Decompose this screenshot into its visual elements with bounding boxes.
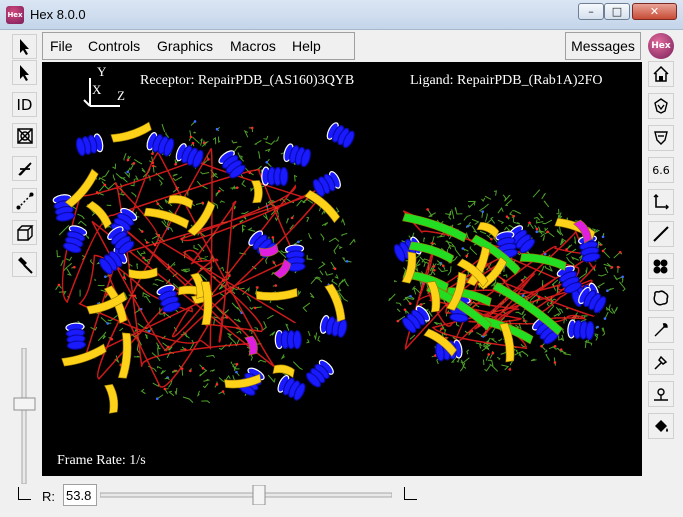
corner-marker-left: [18, 487, 31, 500]
menu-macros[interactable]: Macros: [230, 38, 276, 54]
pick-arrow-icon[interactable]: [12, 60, 37, 85]
atoms-icon[interactable]: [648, 253, 674, 279]
minimize-button[interactable]: –: [578, 3, 604, 20]
hex-app-icon: Hex: [6, 6, 24, 24]
distance-value-icon[interactable]: 6.6: [648, 157, 674, 183]
axis-z-label: Z: [117, 88, 125, 103]
maximize-button[interactable]: □: [604, 3, 630, 20]
clear-icon[interactable]: [12, 123, 37, 148]
r-slider[interactable]: [99, 484, 393, 506]
axis-y-label: Y: [97, 64, 107, 79]
select-arrow-icon[interactable]: [12, 34, 37, 59]
id-icon-text: ID: [16, 95, 33, 114]
tag-icon[interactable]: [648, 381, 674, 407]
corner-marker-right: [404, 487, 417, 500]
wrench-icon[interactable]: [648, 317, 674, 343]
receptor-label: Receptor: RepairPDB_(AS160)3QYB: [140, 73, 355, 88]
surface-icon[interactable]: [648, 285, 674, 311]
menu-file[interactable]: File: [50, 38, 73, 54]
menu-controls[interactable]: Controls: [88, 38, 140, 54]
home-icon[interactable]: [648, 61, 674, 87]
r-value-field[interactable]: 53.8: [63, 484, 97, 506]
shield-icon[interactable]: [648, 125, 674, 151]
molecule-viewport[interactable]: Y X Z Receptor: RepairPDB_(AS160)3QYB Li…: [42, 62, 642, 476]
measure-icon[interactable]: [12, 188, 37, 213]
molecule-render: [52, 120, 626, 414]
axis-icon[interactable]: [648, 189, 674, 215]
title-bar: Hex Hex 8.0.0 – □ ✕: [0, 0, 683, 30]
menu-help[interactable]: Help: [292, 38, 321, 54]
hammer-icon[interactable]: [12, 252, 37, 277]
axis-x-label: X: [92, 82, 102, 97]
depth-slider[interactable]: [12, 347, 37, 485]
close-button[interactable]: ✕: [632, 3, 677, 20]
frame-rate-label: Frame Rate: 1/s: [57, 453, 146, 468]
hex-logo: Hex: [648, 33, 674, 59]
ligand-label: Ligand: RepairPDB_(Rab1A)2FO: [410, 73, 603, 88]
bolt-icon[interactable]: [12, 156, 37, 181]
bucket-icon[interactable]: [648, 413, 674, 439]
box-icon[interactable]: [12, 220, 37, 245]
r-label: R:: [42, 489, 55, 504]
menu-graphics[interactable]: Graphics: [157, 38, 213, 54]
shield-down-icon[interactable]: [648, 93, 674, 119]
id-icon[interactable]: ID: [12, 92, 37, 117]
menu-bar: File Controls Graphics Macros Help: [42, 32, 355, 60]
window-title: Hex 8.0.0: [30, 7, 86, 22]
pin-icon[interactable]: [648, 349, 674, 375]
messages-button[interactable]: Messages: [565, 32, 641, 60]
axis-gizmo: [83, 78, 120, 107]
line-icon[interactable]: [648, 221, 674, 247]
